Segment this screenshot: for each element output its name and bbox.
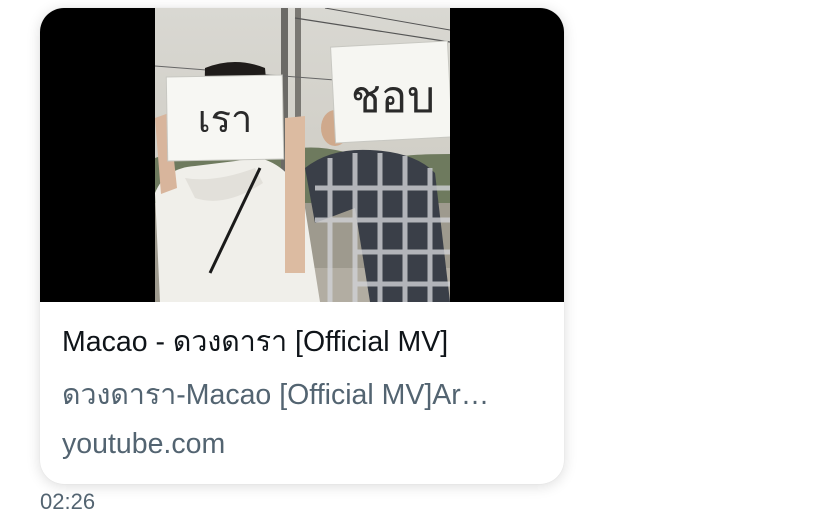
thumbnail-image: เรา ชอบ [155,8,450,302]
link-description: ดวงดารา-Macao [Official MV]Ar… [62,379,490,411]
link-preview-card[interactable]: เรา ชอบ Macao - ดวงดารา [Official MV] ดว… [40,8,564,484]
sign-right-text: ชอบ [351,72,435,123]
message-timestamp: 02:26 [40,489,96,514]
sign-left-text: เรา [198,97,253,141]
link-title[interactable]: Macao - ดวงดารา [Official MV] [62,324,542,360]
link-domain: youtube.com [62,428,226,460]
video-thumbnail[interactable]: เรา ชอบ [40,8,564,302]
